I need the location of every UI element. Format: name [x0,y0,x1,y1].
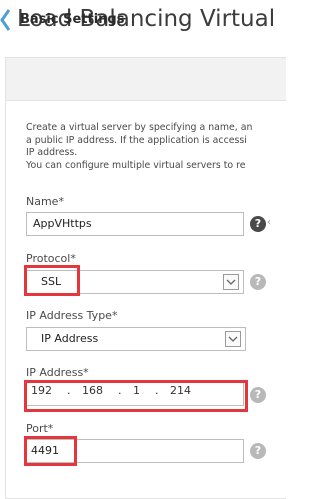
panel-header [6,58,286,101]
ip-address-help-icon[interactable]: ? [250,387,266,403]
description-line: IP address. [26,147,78,158]
name-input[interactable]: AppVHttps [26,212,244,236]
chevron-down-icon[interactable] [225,331,241,347]
back-chevron-icon[interactable] [0,8,10,32]
panel-description: Create a virtual server by specifying a … [26,122,286,172]
chevron-down-icon[interactable] [223,274,239,290]
name-label: Name* [26,195,64,208]
name-extra-icon: ‹ [267,217,271,228]
name-help-icon[interactable]: ? [250,216,266,232]
ip-type-value: IP Address [41,332,99,345]
protocol-highlight [24,265,80,296]
port-label: Port* [26,422,54,435]
panel-title: Basic Settings [20,12,125,27]
protocol-help-icon[interactable]: ? [250,274,266,290]
description-line: You can configure multiple virtual serve… [26,159,246,171]
description-line: Create a virtual server by specifying a … [26,122,253,133]
description-line: a public IP address. If the application … [26,134,247,146]
ip-type-select[interactable]: IP Address [26,327,246,351]
port-help-icon[interactable]: ? [250,443,266,459]
ip-address-label: IP Address* [26,366,89,379]
ip-type-label: IP Address Type* [26,309,118,322]
protocol-label: Protocol* [26,252,76,265]
port-highlight [24,436,77,466]
ip-address-highlight [24,380,248,412]
